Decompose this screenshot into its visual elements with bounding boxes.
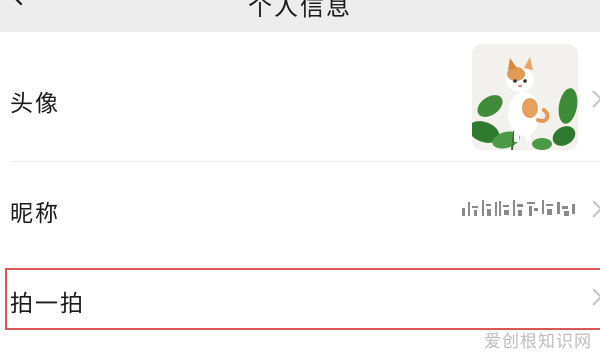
nickname-value-blurred bbox=[462, 200, 575, 216]
list-item-pat[interactable]: 拍一拍 bbox=[0, 254, 600, 330]
pat-label: 拍一拍 bbox=[10, 291, 85, 317]
navigation-bar: 个人信息 bbox=[0, 0, 600, 32]
chevron-right-icon bbox=[592, 200, 600, 218]
page-title: 个人信息 bbox=[248, 0, 352, 21]
list-item-nickname[interactable]: 昵称 bbox=[0, 162, 600, 254]
list-item-avatar[interactable]: 头像 bbox=[0, 32, 600, 162]
avatar-label: 头像 bbox=[10, 91, 60, 117]
highlight-box bbox=[5, 268, 600, 330]
watermark: 爱创根知识网 bbox=[484, 332, 592, 352]
chevron-right-icon bbox=[592, 288, 600, 306]
avatar-image bbox=[472, 44, 578, 150]
nickname-label: 昵称 bbox=[10, 201, 60, 227]
screen: 个人信息 头像 昵称 拍一拍 爱创根知识网 bbox=[0, 0, 600, 360]
avatar[interactable] bbox=[472, 44, 578, 150]
chevron-right-icon bbox=[592, 90, 600, 108]
